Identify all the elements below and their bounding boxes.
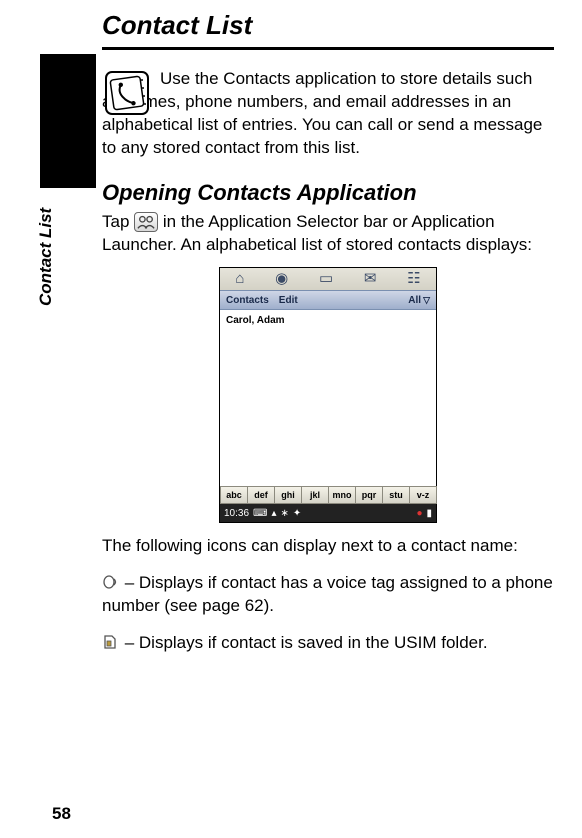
tap-pre-text: Tap [102, 212, 134, 231]
index-tab: pqr [355, 486, 383, 504]
section-title: Opening Contacts Application [102, 178, 554, 208]
index-tab: mno [328, 486, 356, 504]
bluetooth-icon: ∗ [281, 507, 289, 521]
index-tab: ghi [274, 486, 302, 504]
voice-tag-line: – Displays if contact has a voice tag as… [102, 572, 554, 618]
index-tab: jkl [301, 486, 329, 504]
title-rule [102, 47, 554, 50]
usim-desc: – Displays if contact is saved in the US… [120, 633, 488, 652]
record-icon: ● [416, 507, 422, 521]
usim-line: – Displays if contact is saved in the US… [102, 632, 554, 655]
device-contact-area: Carol, Adam [220, 310, 436, 486]
chapter-title: Contact List [102, 10, 554, 41]
signal-icon: ▴ [271, 507, 276, 521]
index-tab: abc [220, 486, 248, 504]
index-tab: def [247, 486, 275, 504]
contacts-icon: ☷ [407, 269, 420, 289]
mail-icon: ✉ [364, 269, 377, 289]
page-number: 58 [52, 804, 71, 824]
voice-tag-desc: – Displays if contact has a voice tag as… [102, 573, 553, 615]
index-tab: v-z [409, 486, 437, 504]
device-status-bar: 10:36 ⌨ ▴ ∗ ✦ ● ▮ [220, 504, 436, 522]
contact-row: Carol, Adam [226, 314, 430, 328]
index-tab: stu [382, 486, 410, 504]
battery-icon: ▮ [426, 507, 432, 521]
keyboard-icon: ⌨ [253, 507, 267, 521]
home-icon: ⌂ [235, 269, 244, 289]
menu-edit: Edit [279, 294, 298, 308]
globe-icon: ◉ [275, 269, 288, 289]
intro-paragraph: Use the Contacts application to store de… [102, 68, 554, 160]
usim-icon [102, 634, 118, 650]
tap-paragraph: Tap in the Application Selector bar or A… [102, 211, 554, 257]
side-label: Contact List [36, 208, 56, 306]
device-top-bar: ⌂ ◉ ▭ ✉ ☷ [220, 268, 436, 290]
contacts-app-icon [134, 212, 158, 232]
tap-post-text: in the Application Selector bar or Appli… [102, 212, 532, 254]
device-screenshot: ⌂ ◉ ▭ ✉ ☷ Contacts Edit All ▽ Carol, Ada… [219, 267, 437, 523]
doc-icon: ▭ [319, 269, 333, 289]
following-text: The following icons can display next to … [102, 535, 554, 558]
status-time: 10:36 [224, 507, 249, 521]
voice-tag-icon [102, 574, 118, 590]
device-index-bar: abc def ghi jkl mno pqr stu v-z [220, 486, 436, 504]
side-black-band [40, 54, 96, 188]
sparkle-icon: ✦ [293, 507, 301, 521]
chevron-down-icon: ▽ [423, 294, 430, 306]
menu-all: All [408, 294, 421, 308]
device-menu-bar: Contacts Edit All ▽ [220, 290, 436, 310]
menu-contacts: Contacts [226, 294, 269, 308]
phonebook-icon [104, 70, 150, 116]
